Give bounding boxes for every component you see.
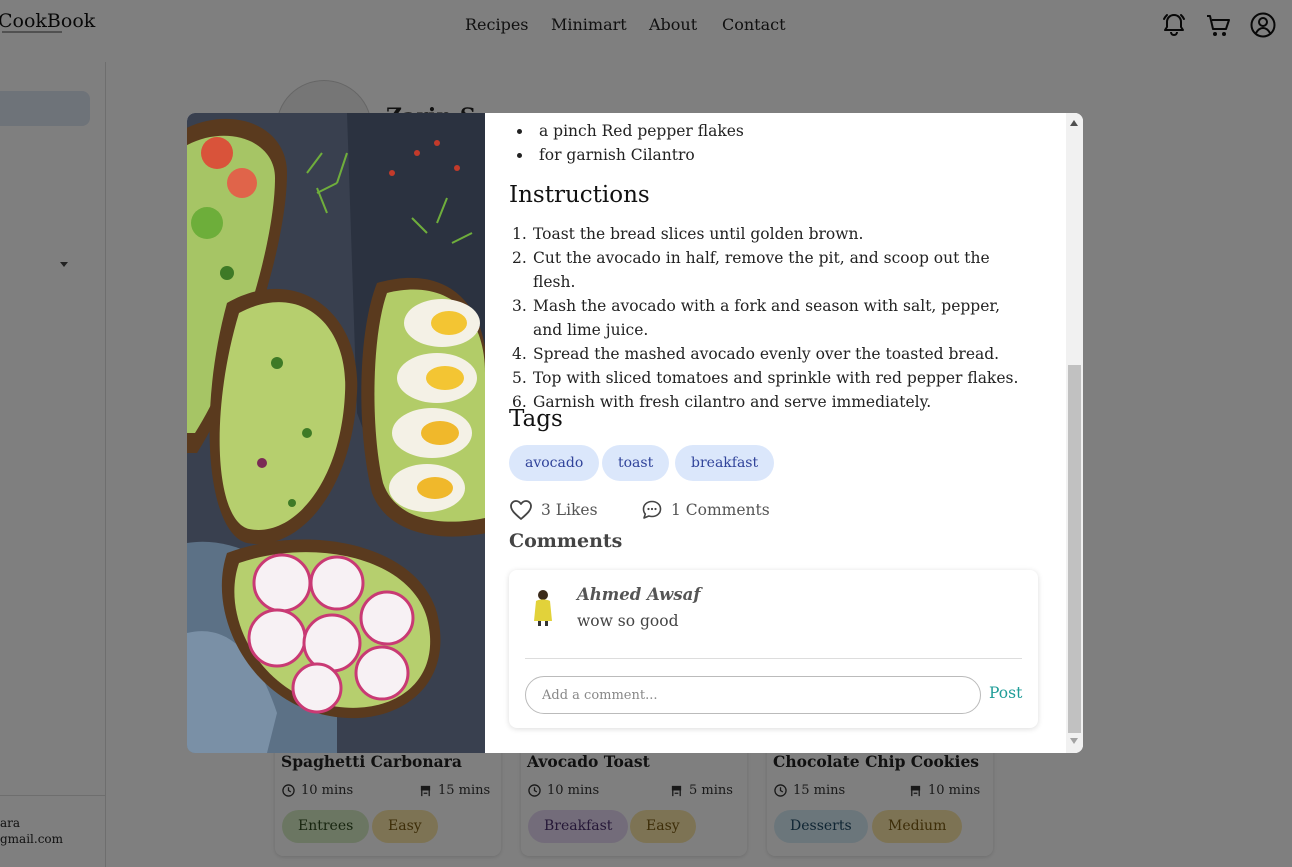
instruction-text: Toast the bread slices until golden brow… [533, 225, 864, 243]
avatar [534, 590, 552, 626]
instruction-step: 4. Spread the mashed avocado evenly over … [512, 345, 1000, 363]
comments-count: 1 Comments [671, 501, 770, 519]
comments-heading: Comments [509, 530, 623, 552]
tag-chip[interactable]: toast [602, 445, 670, 481]
comment-icon[interactable] [641, 499, 663, 521]
instruction-text: Garnish with fresh cilantro and serve im… [533, 393, 932, 411]
avocado-toast-photo [187, 113, 485, 753]
scroll-up-arrow-icon[interactable] [1070, 120, 1078, 126]
heart-icon[interactable] [509, 499, 533, 521]
comments-panel: Ahmed Awsaf wow so good Post [509, 570, 1038, 728]
ingredient-item: for garnish Cilantro [509, 143, 744, 167]
post-comment-button[interactable]: Post [989, 684, 1022, 702]
instruction-text: Spread the mashed avocado evenly over th… [533, 345, 1000, 363]
instruction-step: 2. Cut the avocado in half, remove the pi… [512, 249, 990, 291]
ingredient-item: a pinch Red pepper flakes [509, 119, 744, 143]
scroll-down-arrow-icon[interactable] [1070, 738, 1078, 744]
comments-button[interactable]: 1 Comments [641, 498, 770, 522]
like-button[interactable]: 3 Likes [509, 498, 598, 522]
tags-heading: Tags [509, 406, 563, 432]
instruction-step: 5. Top with sliced tomatoes and sprinkle … [512, 369, 1019, 387]
comment-author: Ahmed Awsaf [577, 585, 701, 604]
tag-chip[interactable]: breakfast [675, 445, 775, 481]
likes-count: 3 Likes [541, 501, 598, 519]
instruction-step: 3. Mash the avocado with a fork and seaso… [512, 297, 1001, 339]
recipe-image [187, 113, 485, 753]
comment-divider [525, 658, 1022, 659]
instruction-step: 1. Toast the bread slices until golden br… [512, 225, 864, 243]
instructions-heading: Instructions [509, 182, 650, 208]
instruction-text: Mash the avocado with a fork and season … [533, 297, 1001, 339]
instruction-text: Top with sliced tomatoes and sprinkle wi… [533, 369, 1019, 387]
comment-input[interactable] [525, 676, 981, 714]
recipe-modal: a pinch Red pepper flakes for garnish Ci… [187, 113, 1083, 753]
scrollbar-thumb[interactable] [1068, 365, 1081, 733]
instructions-list: 1. Toast the bread slices until golden br… [509, 222, 1029, 414]
instruction-text: Cut the avocado in half, remove the pit,… [533, 249, 990, 291]
tag-chip[interactable]: avocado [509, 445, 600, 481]
instruction-step: 6. Garnish with fresh cilantro and serve … [512, 393, 932, 411]
modal-scrollbar[interactable] [1066, 113, 1083, 753]
comment-text: wow so good [577, 612, 679, 630]
ingredients-list: a pinch Red pepper flakes for garnish Ci… [509, 119, 744, 167]
recipe-details: a pinch Red pepper flakes for garnish Ci… [485, 113, 1066, 753]
